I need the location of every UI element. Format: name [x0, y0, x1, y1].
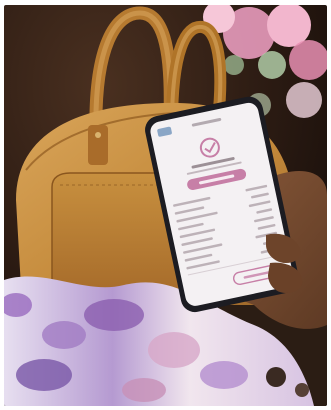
product-photo — [4, 5, 327, 406]
decor-object — [266, 367, 286, 387]
handbag-strap-tab-left — [88, 125, 108, 165]
image-frame — [0, 0, 331, 410]
photo-illustration — [4, 5, 327, 406]
